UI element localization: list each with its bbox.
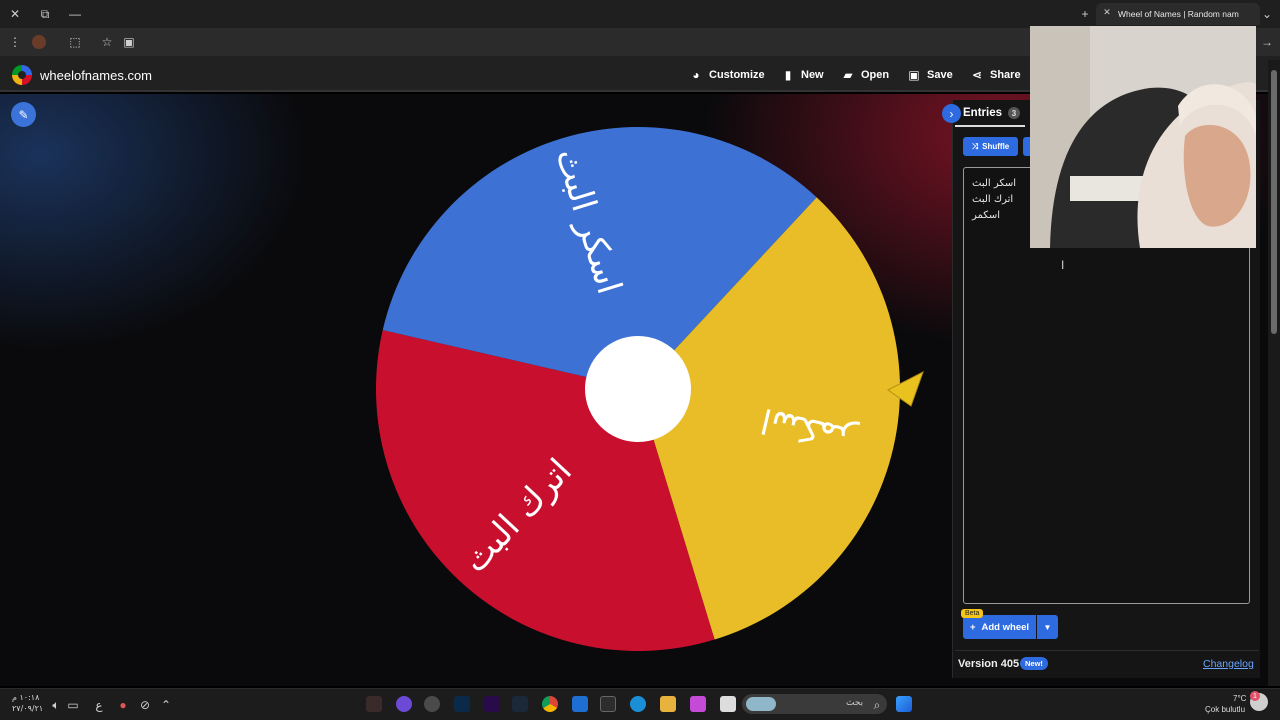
share-icon: ⋖ (971, 68, 983, 82)
text-cursor-icon: I (1061, 258, 1065, 272)
pencil-icon: ✎ (18, 107, 29, 122)
close-icon[interactable]: ✕ (6, 5, 24, 23)
entry-line: اترك البث (972, 194, 1014, 205)
new-label: New (801, 69, 824, 81)
chevron-right-icon: › (949, 106, 954, 121)
app-icon[interactable] (396, 696, 412, 712)
star-icon[interactable]: ☆ (98, 33, 116, 51)
shuffle-label: Shuffle (982, 142, 1010, 151)
folder-open-icon: ▰ (843, 68, 853, 82)
tab-title: Wheel of Names | Random nam (1118, 9, 1239, 19)
panel-divider (955, 650, 1259, 651)
wheel[interactable]: اسكر البثاسكمراترك البث (370, 120, 930, 660)
search-highlight-image (746, 697, 776, 711)
premiere-icon[interactable] (484, 696, 500, 712)
shuffle-button[interactable]: ⤨ Shuffle (963, 137, 1018, 156)
wheel-hub[interactable] (585, 336, 691, 442)
display-icon[interactable]: ▭ (64, 696, 82, 714)
clock-date[interactable]: ٢٧/٠٩/٢١ (12, 704, 43, 713)
entries-tab-label: Entries (963, 107, 1002, 119)
search-icon[interactable]: ⌕ (868, 696, 886, 714)
photoshop-icon[interactable] (454, 696, 470, 712)
add-wheel-label: Add wheel (981, 621, 1030, 633)
tab-close-icon[interactable]: ✕ (1100, 5, 1114, 19)
microphone-icon[interactable]: ● (114, 696, 132, 714)
webcam-feed-image (1030, 26, 1256, 248)
new-tab-icon[interactable]: + (1076, 5, 1094, 23)
cast-icon[interactable]: ▣ (120, 33, 138, 51)
palette-icon: ◕ (692, 68, 700, 82)
shuffle-icon: ⤨ (971, 141, 979, 151)
share-button[interactable]: ⋖ Share (971, 66, 1021, 84)
open-button[interactable]: ▰ Open (842, 66, 889, 84)
floppy-disk-icon: ▣ (908, 68, 920, 82)
new-badge: New! (1020, 657, 1048, 670)
share-label: Share (990, 69, 1021, 81)
start-icon[interactable] (896, 696, 912, 712)
add-wheel-button[interactable]: + Add wheel (963, 615, 1036, 639)
app-icon[interactable] (720, 696, 736, 712)
beta-badge: Beta (961, 609, 984, 618)
scrollbar-thumb[interactable] (1271, 70, 1277, 334)
tray-expand-icon[interactable]: ⌃ (157, 696, 175, 714)
restore-icon[interactable]: ⧉ (36, 5, 54, 23)
minimize-icon[interactable]: — (66, 5, 84, 23)
active-tab-indicator (955, 125, 1025, 127)
caret-down-icon: ▼ (1043, 622, 1052, 632)
store-icon[interactable] (600, 696, 616, 712)
entry-line: اسكر البث (972, 178, 1017, 189)
entry-line: اسكمر (972, 210, 1000, 221)
extension-icon[interactable]: ⬚ (66, 33, 84, 51)
folder-icon[interactable] (660, 696, 676, 712)
edit-button[interactable]: ✎ (11, 102, 36, 127)
file-icon: ▮ (784, 68, 792, 82)
tab-list-icon[interactable]: ⌄ (1258, 5, 1276, 23)
browser-tab[interactable]: ✕ Wheel of Names | Random nam (1096, 3, 1260, 25)
new-button[interactable]: ▮ New (782, 66, 824, 84)
chrome-icon[interactable] (542, 696, 558, 712)
open-label: Open (861, 69, 890, 81)
weather-description[interactable]: Çok bulutlu (1205, 705, 1245, 714)
search-placeholder: بحث (846, 698, 864, 708)
customize-label: Customize (709, 69, 765, 81)
collapse-panel-button[interactable]: › (942, 104, 961, 123)
mail-icon[interactable] (572, 696, 588, 712)
edge-icon[interactable] (630, 696, 646, 712)
changelog-link[interactable]: Changelog (1203, 658, 1254, 670)
app-icon[interactable] (424, 696, 440, 712)
profile-avatar[interactable] (32, 35, 46, 49)
save-button[interactable]: ▣ Save (908, 66, 953, 84)
language-icon[interactable]: ع (90, 696, 108, 714)
notification-badge: 1 (1250, 691, 1260, 701)
weather-temperature[interactable]: 7°C (1233, 694, 1246, 703)
steam-icon[interactable] (512, 696, 528, 712)
save-label: Save (927, 69, 953, 81)
forward-icon[interactable]: → (1258, 33, 1276, 51)
webcam-overlay (1030, 26, 1256, 248)
volume-icon[interactable]: 🔈︎ (47, 696, 65, 714)
logo-icon (12, 65, 32, 85)
version-text: Version 405 (958, 658, 1020, 670)
app-icon[interactable] (366, 696, 382, 712)
plus-icon: + (969, 621, 976, 633)
clock-time[interactable]: ١٠:١٨ م (12, 693, 39, 702)
site-title: wheelofnames.com (40, 67, 152, 83)
site-logo[interactable]: wheelofnames.com (12, 65, 152, 85)
add-wheel-dropdown[interactable]: ▼ (1037, 615, 1058, 639)
menu-icon[interactable]: ⋮ (6, 33, 24, 51)
customize-button[interactable]: ◕ Customize (690, 66, 765, 84)
tab-entries[interactable]: Entries 3 (963, 107, 1020, 119)
network-off-icon[interactable]: ⊘ (136, 696, 154, 714)
app-icon[interactable] (690, 696, 706, 712)
entries-count-badge: 3 (1008, 107, 1020, 119)
